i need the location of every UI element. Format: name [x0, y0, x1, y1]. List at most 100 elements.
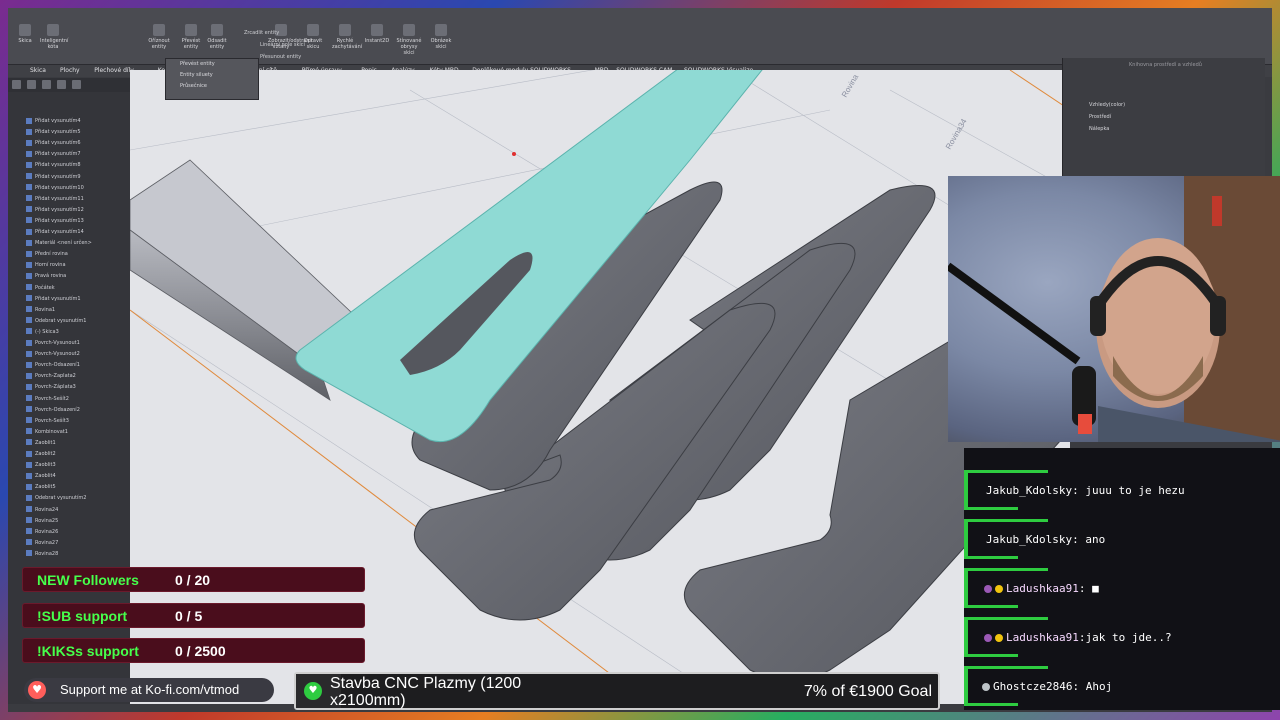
feature-icon [26, 206, 32, 213]
feature-tree-item[interactable]: Přidat vysunutím10 [26, 183, 84, 194]
chat-username: Ghostcze2846 [993, 680, 1073, 693]
feature-tree-label: Přidat vysunutím1 [35, 295, 81, 302]
feature-tree-item[interactable]: Povrch-Odsazení2 [26, 405, 80, 416]
emote-icon: ■ [1092, 582, 1099, 595]
feature-icon [26, 428, 32, 435]
feature-tree-item[interactable]: Pravá rovina [26, 271, 66, 282]
feature-tree-item[interactable]: Odebrat vysunutím1 [26, 316, 86, 327]
heads-up-view-toolbar[interactable] [500, 76, 680, 90]
feature-tree-item[interactable]: (-) Skica3 [26, 327, 59, 338]
appearances-folder[interactable]: Vzhledy(color) [1089, 102, 1125, 108]
feature-tree-item[interactable]: Přidat vysunutím13 [26, 216, 84, 227]
feature-tree-item[interactable]: Rovina27 [26, 538, 58, 549]
feature-icon [26, 528, 32, 535]
feature-tree-item[interactable]: Zaoblit1 [26, 438, 56, 449]
feature-icon [26, 550, 32, 557]
feature-tree-item[interactable]: Povrch-Vysunout1 [26, 338, 80, 349]
feature-tree-item[interactable]: Počátek [26, 283, 55, 294]
property-manager-icon[interactable] [27, 80, 36, 89]
ribbon-button[interactable]: Odsadit entity [204, 24, 230, 50]
dropdown-menu-item[interactable]: Převést entity [166, 59, 258, 70]
feature-tree-label: Přidat vysunutím6 [35, 140, 81, 147]
decals-folder[interactable]: Nálepka [1089, 126, 1109, 132]
feature-tree-item[interactable]: Zaoblit4 [26, 471, 56, 482]
feature-icon [26, 117, 32, 124]
ribbon-button-label: Odsadit entity [207, 38, 227, 50]
feature-tree-item[interactable]: Povrch-Zaplata2 [26, 371, 76, 382]
configuration-manager-icon[interactable] [42, 80, 51, 89]
feature-tree-item[interactable]: Povrch-Záplata3 [26, 382, 76, 393]
ribbon-small-button[interactable]: Zrcadlit entity [244, 30, 279, 36]
ribbon-button-label: Obrázek skici [430, 38, 452, 50]
command-tab[interactable]: Plechové díly [94, 67, 134, 74]
ribbon-button[interactable]: Skica [12, 24, 38, 44]
feature-tree-item[interactable]: Přední rovina [26, 249, 68, 260]
feature-tree-label: Přidat vysunutím10 [35, 184, 84, 191]
feature-tree-item[interactable]: Přidat vysunutím7 [26, 149, 81, 160]
chat-message: Ladushkaa91:jak to jde..? [964, 617, 1264, 657]
feature-tree-item[interactable]: Rovina25 [26, 516, 58, 527]
feature-tree-item[interactable]: Povrch-Sešít2 [26, 394, 69, 405]
stream-overlay-frame: Skica Inteligentní kóta Oříznout entity Pře… [0, 0, 1280, 720]
donation-goal-bar: ♥ Stavba CNC Plazmy (1200 x2100mm) 7% of… [294, 672, 940, 710]
feature-tree-item[interactable]: Odebrat vysunutím2 [26, 493, 86, 504]
feature-tree-item[interactable]: Povrch-Sešít3 [26, 416, 69, 427]
feature-tree-item[interactable]: Přidat vysunutím1 [26, 294, 81, 305]
feature-tree-item[interactable]: Přidat vysunutím9 [26, 172, 81, 183]
feature-icon [26, 261, 32, 268]
feature-tree-label: Povrch-Sešít2 [35, 395, 69, 402]
chat-username: Ladushkaa91 [1006, 582, 1079, 595]
ribbon-button-icon [307, 24, 319, 36]
feature-tree-item[interactable]: Přidat vysunutím11 [26, 194, 84, 205]
feature-tree-item[interactable]: Přidat vysunutím4 [26, 116, 81, 127]
display-manager-icon[interactable] [72, 80, 81, 89]
feature-icon [26, 472, 32, 479]
ribbon-small-button[interactable]: Přesunout entity [260, 54, 301, 60]
kofi-banner[interactable]: ♥ Support me at Ko-fi.com/vtmod [24, 678, 274, 702]
command-tab[interactable]: Skica [30, 67, 46, 74]
scenes-folder[interactable]: Prostředí [1089, 114, 1111, 120]
feature-tree-label: Kombinovat1 [35, 428, 68, 435]
feature-tree-item[interactable]: Přidat vysunutím14 [26, 227, 84, 238]
task-pane-appearances: Knihovna prostředí a vzhledů Vzhledy(col… [1062, 58, 1265, 176]
feature-tree-item[interactable]: Přidat vysunutím12 [26, 205, 84, 216]
feature-tree-item[interactable]: Materiál <není určen> [26, 238, 92, 249]
feature-tree-item[interactable]: Zaoblit3 [26, 460, 56, 471]
feature-tree-item[interactable]: Přidat vysunutím6 [26, 138, 81, 149]
feature-tree-item[interactable]: Horní rovina [26, 260, 66, 271]
ribbon-small-button[interactable]: Lineární pole skici [260, 42, 305, 48]
feature-tree-item[interactable]: Rovina1 [26, 305, 55, 316]
ribbon-button[interactable]: Rychlé zachytávání [332, 24, 362, 50]
feature-tree-item[interactable]: Přidat vysunutím8 [26, 160, 81, 171]
command-tab[interactable]: Plochy [60, 67, 80, 74]
convert-entities-dropdown: Převést entity Entity siluety Průsečnice [165, 58, 259, 100]
feature-tree-item[interactable]: Rovina28 [26, 549, 58, 560]
feature-tree-item[interactable]: Zaoblit5 [26, 482, 56, 493]
feature-icon [26, 195, 32, 202]
feature-tree-item[interactable]: Povrch-Vysunout2 [26, 349, 80, 360]
feature-tree-item[interactable]: Přidat vysunutím5 [26, 127, 81, 138]
goal-value: 0 / 20 [175, 572, 211, 588]
feature-tree-label: Zaoblit4 [35, 473, 56, 480]
feature-tree-item[interactable]: Rovina24 [26, 505, 58, 516]
dropdown-menu-item[interactable]: Entity siluety [166, 70, 258, 81]
ribbon-button-icon [153, 24, 165, 36]
feature-tree-item[interactable]: Zaoblit2 [26, 449, 56, 460]
dropdown-menu-item[interactable]: Průsečnice [166, 81, 258, 92]
feature-tree-item[interactable]: Povrch-Odsazení1 [26, 360, 80, 371]
ribbon-button[interactable]: Stínované obrysy skici [396, 24, 422, 56]
feature-tree-label: Materiál <není určen> [35, 240, 92, 247]
ribbon-button[interactable]: Instant2D [364, 24, 390, 44]
chat-username: Jakub_Kdolsky [986, 484, 1073, 497]
chat-message: Ghostcze2846: Ahoj [964, 666, 1264, 706]
ribbon-button[interactable]: Převést entity [178, 24, 204, 50]
feature-tree-item[interactable]: Kombinovat1 [26, 427, 68, 438]
goal-progress-text: 7% of €1900 Goal [803, 683, 932, 700]
ribbon-button[interactable]: Inteligentní kóta [40, 24, 68, 50]
ribbon-button[interactable]: Oříznout entity [146, 24, 172, 50]
ribbon-button[interactable]: Obrázek skici [428, 24, 454, 50]
feature-tree-icon[interactable] [12, 80, 21, 89]
dim-xpert-icon[interactable] [57, 80, 66, 89]
feature-icon [26, 306, 32, 313]
feature-tree-item[interactable]: Rovina26 [26, 527, 58, 538]
